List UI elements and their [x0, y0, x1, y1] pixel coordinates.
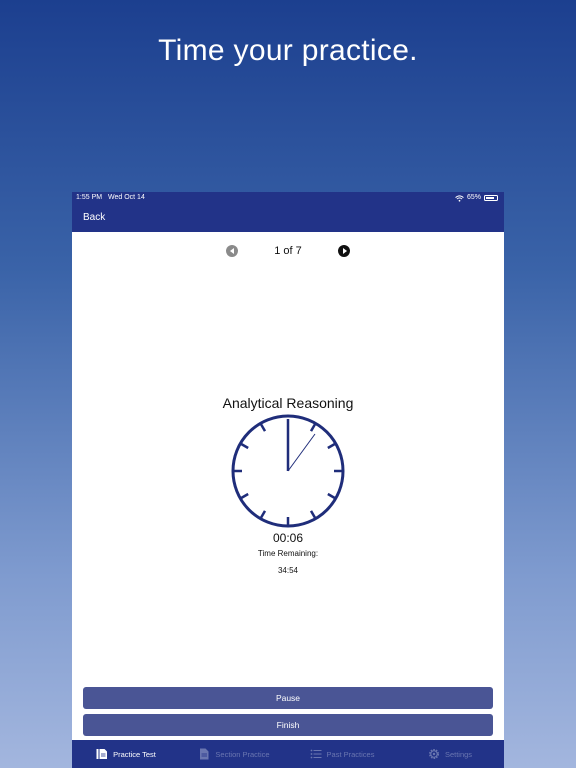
tab-label: Section Practice: [215, 749, 270, 759]
clock-tick: [327, 492, 336, 500]
time-remaining-value: 34:54: [277, 566, 299, 575]
device-screen: 1:55 PM Wed Oct 14 65% Back 1 of 7 Analy…: [72, 192, 504, 768]
list-icon: [310, 749, 322, 759]
clock-icon: [231, 414, 345, 528]
tab-section-practice[interactable]: Section Practice: [180, 740, 288, 768]
elapsed-time: 00:06: [272, 531, 304, 545]
status-right: 65%: [455, 192, 498, 204]
wifi-icon: [455, 194, 464, 202]
battery-percent: 65%: [466, 194, 481, 201]
clock-tick: [259, 423, 267, 432]
clock-tick: [240, 442, 249, 450]
tab-practice-test[interactable]: Practice Test: [72, 740, 180, 768]
pager: 1 of 7: [72, 244, 504, 258]
tab-label: Past Practices: [326, 749, 375, 759]
clock-tick: [309, 510, 317, 519]
battery-icon: [484, 195, 498, 201]
back-button[interactable]: Back: [83, 212, 105, 223]
clock-tick: [327, 442, 336, 450]
tab-label: Practice Test: [113, 749, 156, 759]
tab-bar: Practice Test Section Practice Past Prac…: [72, 740, 504, 768]
pause-button[interactable]: Pause: [83, 687, 493, 709]
clock-second-hand: [287, 433, 316, 472]
promo-title: Time your practice.: [158, 34, 418, 67]
tab-past-practices[interactable]: Past Practices: [288, 740, 396, 768]
section-title: Analytical Reasoning: [222, 395, 354, 411]
clock-tick: [259, 510, 267, 519]
pager-label: 1 of 7: [274, 245, 302, 257]
clock-tick: [240, 492, 249, 500]
status-date: Wed Oct 14: [108, 194, 145, 201]
tab-label: Settings: [444, 749, 473, 759]
tab-settings[interactable]: Settings: [396, 740, 504, 768]
finish-button[interactable]: Finish: [83, 714, 493, 736]
nav-header: 1:55 PM Wed Oct 14 65% Back: [72, 192, 504, 232]
previous-icon[interactable]: [226, 245, 238, 257]
clock-tick: [309, 423, 317, 432]
practice-test-icon: [96, 749, 108, 759]
gear-icon: [428, 749, 439, 759]
status-time: 1:55 PM: [76, 194, 103, 201]
time-remaining-label: Time Remaining:: [257, 549, 319, 558]
status-bar: 1:55 PM Wed Oct 14 65%: [72, 192, 504, 204]
document-icon: [200, 748, 209, 760]
next-icon[interactable]: [338, 245, 350, 257]
